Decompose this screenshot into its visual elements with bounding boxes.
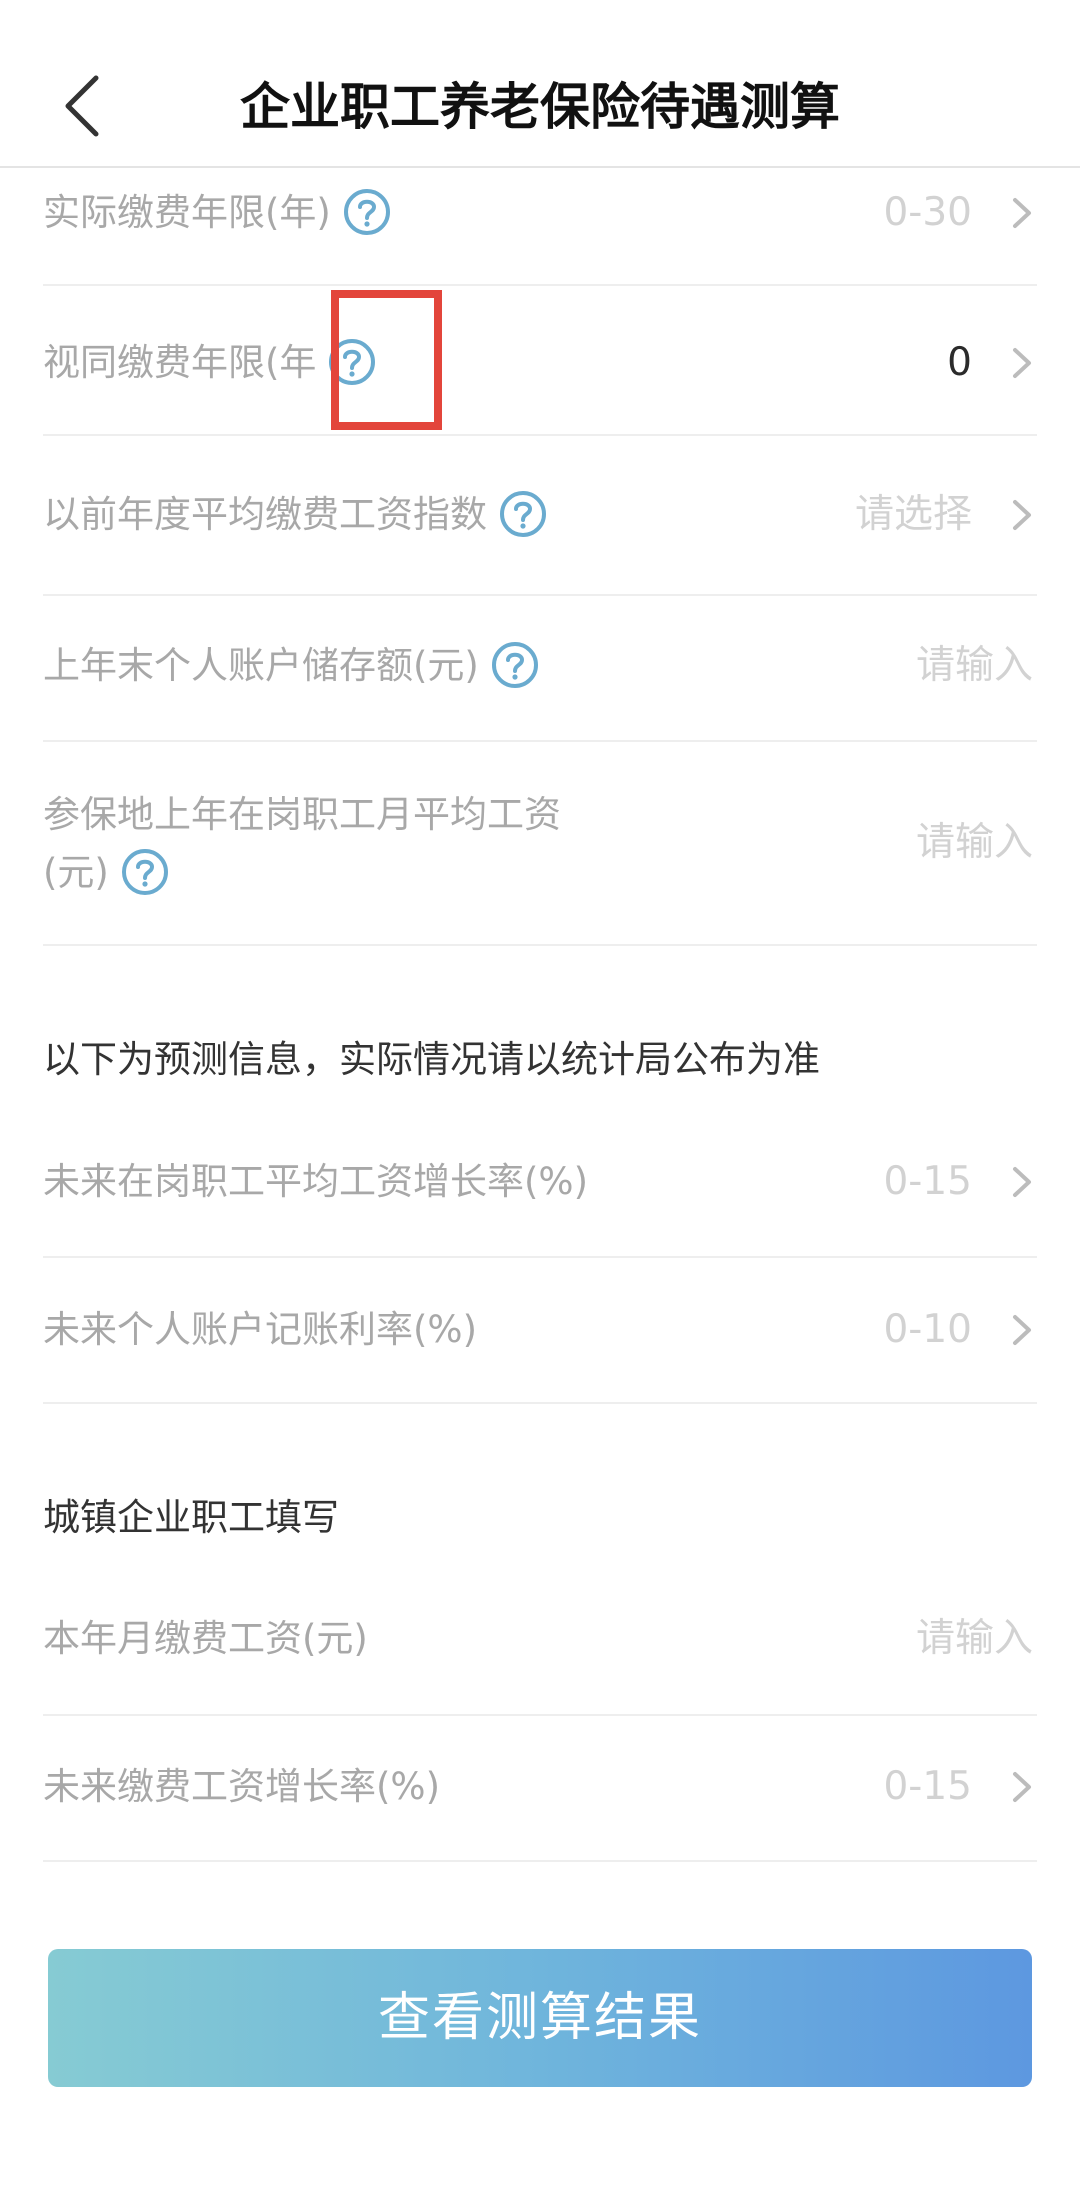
row-deemed-payment-years[interactable]: 视同缴费年限(年 0	[43, 284, 1037, 436]
row-input[interactable]: 请输入	[916, 639, 1033, 693]
row-label: 实际缴费年限(年)	[43, 191, 331, 234]
row-local-avg-monthly-wage[interactable]: 参保地上年在岗职工月平均工资 (元) 请输入	[43, 740, 1037, 946]
row-input[interactable]: 请输入	[916, 1612, 1033, 1666]
section-title-forecast: 以下为预测信息，实际情况请以统计局公布为准	[43, 1038, 820, 1081]
row-value: 0-15	[883, 1764, 972, 1809]
row-value: 0-30	[883, 190, 972, 235]
row-actual-payment-years[interactable]: 实际缴费年限(年) 0-30	[43, 166, 1037, 286]
chevron-right-icon	[1013, 348, 1031, 378]
row-future-contribution-growth[interactable]: 未来缴费工资增长率(%) 0-15	[43, 1714, 1037, 1862]
question-circle-icon[interactable]	[499, 490, 547, 538]
row-value: 请选择	[854, 492, 972, 537]
section-title-urban: 城镇企业职工填写	[43, 1496, 339, 1539]
chevron-right-icon	[1013, 198, 1031, 228]
row-value: 0-10	[883, 1307, 972, 1352]
row-label: 以前年度平均缴费工资指数	[43, 493, 487, 536]
question-circle-icon[interactable]	[121, 848, 169, 896]
row-label: 上年末个人账户储存额(元)	[43, 644, 479, 687]
row-label: 参保地上年在岗职工月平均工资	[43, 793, 561, 836]
chevron-right-icon	[1013, 1772, 1031, 1802]
highlight-box	[331, 290, 442, 430]
page-title: 企业职工养老保险待遇测算	[240, 78, 840, 136]
view-result-button[interactable]: 查看测算结果	[48, 1949, 1032, 2087]
question-circle-icon[interactable]	[491, 641, 539, 689]
row-label: 未来缴费工资增长率(%)	[43, 1765, 441, 1808]
row-current-monthly-wage[interactable]: 本年月缴费工资(元) 请输入	[43, 1568, 1037, 1716]
chevron-right-icon	[1013, 1167, 1031, 1197]
row-avg-wage-index[interactable]: 以前年度平均缴费工资指数 请选择	[43, 434, 1037, 596]
row-label-unit: (元)	[43, 851, 109, 894]
row-input[interactable]: 请输入	[916, 816, 1033, 870]
app-header: 企业职工养老保险待遇测算	[0, 0, 1080, 168]
row-value: 0-15	[883, 1159, 972, 1204]
row-label: 未来在岗职工平均工资增长率(%)	[43, 1160, 589, 1203]
row-future-wage-growth[interactable]: 未来在岗职工平均工资增长率(%) 0-15	[43, 1110, 1037, 1258]
question-circle-icon[interactable]	[343, 188, 391, 236]
chevron-right-icon	[1013, 1315, 1031, 1345]
chevron-right-icon	[1013, 500, 1031, 530]
row-future-account-rate[interactable]: 未来个人账户记账利率(%) 0-10	[43, 1256, 1037, 1404]
row-label: 视同缴费年限(年	[43, 341, 317, 384]
row-label: 本年月缴费工资(元)	[43, 1617, 368, 1660]
row-label: 未来个人账户记账利率(%)	[43, 1308, 478, 1351]
row-account-balance[interactable]: 上年末个人账户储存额(元) 请输入	[43, 594, 1037, 742]
row-value: 0	[947, 340, 972, 385]
